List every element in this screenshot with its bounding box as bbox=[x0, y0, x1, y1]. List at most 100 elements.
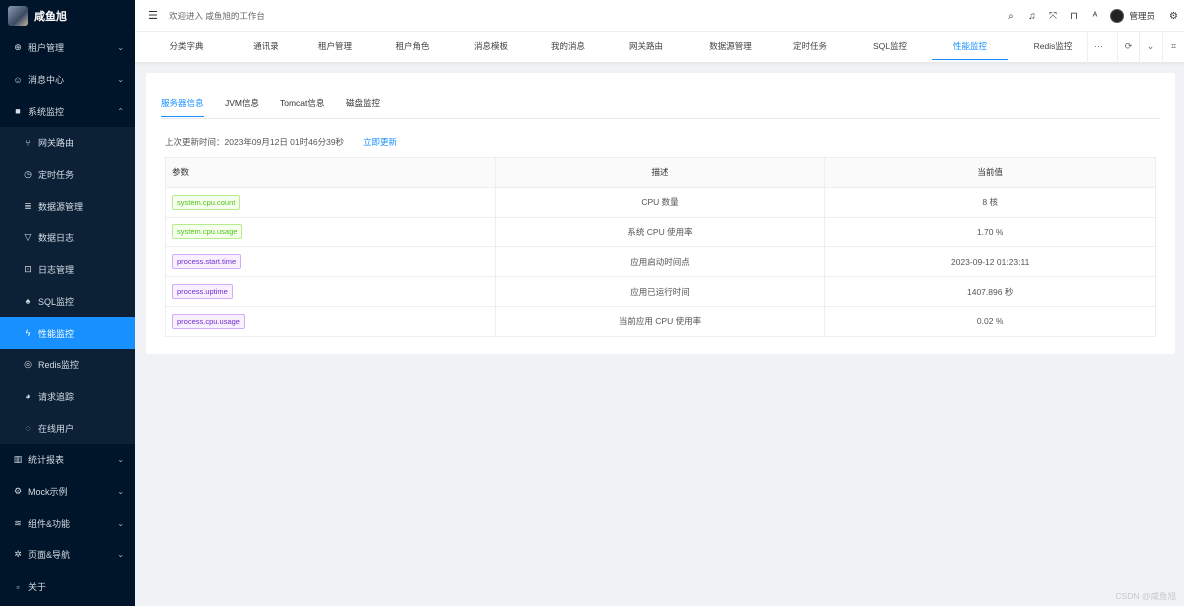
log-icon: ⊡ bbox=[24, 264, 32, 275]
refresh-now-link[interactable]: 立即更新 bbox=[363, 136, 397, 148]
tab[interactable]: 我的消息 bbox=[531, 32, 605, 63]
param-tag: system.cpu.count bbox=[172, 194, 241, 210]
app-logo[interactable]: 咸鱼旭 bbox=[0, 0, 135, 32]
sidebar-item-label: 网关路由 bbox=[38, 138, 75, 149]
menu-toggle-icon[interactable]: ☰ bbox=[148, 9, 158, 22]
redis-icon: ◎ bbox=[24, 359, 32, 370]
sidebar-item[interactable]: ϟ 性能监控 bbox=[0, 317, 135, 349]
desc-cell: 系统 CPU 使用率 bbox=[494, 216, 826, 248]
subtab-disk-monitor[interactable]: 磁盘监控 bbox=[346, 97, 380, 116]
sidebar-item[interactable]: ✲ 页面&导航 ⌄ bbox=[0, 539, 135, 571]
tab[interactable]: 分类字典 bbox=[149, 32, 224, 63]
sidebar-item-label: 性能监控 bbox=[38, 328, 75, 339]
chevron-icon: ⌄ bbox=[117, 486, 124, 496]
sidebar-item-label: SQL监控 bbox=[38, 296, 75, 307]
sidebar-item[interactable]: ⑂ 网关路由 bbox=[0, 127, 135, 159]
app-name: 咸鱼旭 bbox=[34, 11, 67, 23]
param-tag: process.uptime bbox=[172, 284, 233, 300]
subtabs: 服务器信息 JVM信息 Tomcat信息 磁盘监控 bbox=[161, 91, 1160, 119]
tab[interactable]: 数据源管理 bbox=[690, 32, 771, 63]
maximize-icon[interactable]: ⌗ bbox=[1162, 32, 1184, 63]
column-header-desc: 描述 bbox=[494, 157, 826, 188]
table-row: process.cpu.usage 当前应用 CPU 使用率 0.02 % bbox=[165, 305, 1156, 337]
value-cell: 0.02 % bbox=[824, 305, 1156, 337]
sidebar-item-label: 租户管理 bbox=[28, 43, 65, 54]
chevron-icon: ⌄ bbox=[117, 518, 124, 528]
sidebar-item[interactable]: ≣ 数据源管理 bbox=[0, 190, 135, 222]
sidebar-item-label: 统计报表 bbox=[28, 455, 65, 466]
param-cell: system.cpu.count bbox=[165, 186, 496, 218]
sidebar-item-label: 消息中心 bbox=[28, 75, 65, 86]
chevron-icon: ⌄ bbox=[117, 75, 124, 85]
welcome-text: 欢迎进入 咸鱼旭的工作台 bbox=[169, 10, 265, 21]
tab[interactable]: 通讯录 bbox=[230, 32, 302, 63]
chart-icon: ▥ bbox=[13, 454, 23, 465]
sidebar-item[interactable]: ■ 系统监控 ⌃ bbox=[0, 95, 135, 127]
refresh-tab-icon[interactable]: ⟳ bbox=[1117, 32, 1139, 63]
fullscreen-icon[interactable]: ⤧ bbox=[1042, 11, 1063, 22]
header-actions: ⌕ ♫ ⤧ ⊓ ᴬ 管理员 ⚙ bbox=[1000, 0, 1184, 32]
column-header-param: 参数 bbox=[165, 157, 496, 188]
sidebar-item[interactable]: ◌ 在线用户 bbox=[0, 412, 135, 444]
chevron-down-icon[interactable]: ⌄ bbox=[1139, 32, 1161, 63]
watermark: CSDN @咸鱼旭 bbox=[1115, 591, 1176, 601]
sidebar: 咸鱼旭 ⊕ 租户管理 ⌄ ☺ 消息中心 ⌄ ■ 系统监控 ⌃ ⑂ 网关路由 ◷ 定时任务 ≣ 数据源管理 ▽ 数… bbox=[0, 0, 135, 606]
table-header-row: 参数 描述 当前值 bbox=[165, 157, 1156, 188]
sidebar-item[interactable]: ≋ 组件&功能 ⌄ bbox=[0, 507, 135, 539]
logo-image bbox=[8, 6, 28, 26]
value-cell: 2023-09-12 01:23:11 bbox=[824, 246, 1156, 278]
sidebar-item[interactable]: ▫ 关于 bbox=[0, 571, 135, 603]
sidebar-item[interactable]: ◕ 请求追踪 bbox=[0, 381, 135, 413]
tab[interactable]: 性能监控 bbox=[932, 32, 1008, 63]
search-icon[interactable]: ⌕ bbox=[1000, 11, 1021, 22]
tab[interactable]: SQL监控 bbox=[850, 32, 930, 63]
sidebar-item[interactable]: ♠ SQL监控 bbox=[0, 286, 135, 318]
sidebar-item[interactable]: ▽ 数据日志 bbox=[0, 222, 135, 254]
more-tabs-button[interactable]: ··· bbox=[1087, 32, 1109, 63]
notification-bell-icon[interactable]: ♫ bbox=[1021, 11, 1042, 22]
tab[interactable]: Redis监控 bbox=[1015, 32, 1091, 63]
sidebar-item-label: 定时任务 bbox=[38, 170, 75, 181]
lock-icon[interactable]: ⊓ bbox=[1063, 11, 1084, 22]
settings-icon: ✲ bbox=[14, 549, 22, 560]
subtab-jvm-info[interactable]: JVM信息 bbox=[225, 97, 259, 116]
desc-cell: 应用启动时间点 bbox=[494, 246, 826, 278]
tabs-bar: 分类字典 通讯录 租户管理 租户角色 消息模板 我的消息 网关路由 数据源管理 定时任务 SQL监… bbox=[135, 32, 1184, 63]
sidebar-item[interactable]: ⚙ Mock示例 ⌄ bbox=[0, 476, 135, 508]
sidebar-item[interactable]: ◷ 定时任务 bbox=[0, 159, 135, 191]
param-cell: process.cpu.usage bbox=[165, 305, 496, 337]
tab[interactable]: 消息模板 bbox=[453, 32, 529, 63]
sidebar-item[interactable]: ⊕ 租户管理 ⌄ bbox=[0, 32, 135, 64]
sidebar-item-label: 页面&导航 bbox=[28, 550, 71, 561]
value-cell: 1.70 % bbox=[824, 216, 1156, 248]
sidebar-item[interactable]: ▥ 统计报表 ⌄ bbox=[0, 444, 135, 476]
settings-icon[interactable]: ⚙ bbox=[1163, 11, 1184, 22]
submenu-system-monitor: ⑂ 网关路由 ◷ 定时任务 ≣ 数据源管理 ▽ 数据日志 ⊡ 日志管理 ♠ SQL监控 ϟ 性能监控 ◎ Re… bbox=[0, 127, 135, 444]
username[interactable]: 管理员 bbox=[1129, 10, 1155, 22]
param-cell: process.uptime bbox=[165, 276, 496, 307]
table-row: system.cpu.usage 系统 CPU 使用率 1.70 % bbox=[165, 216, 1156, 248]
chevron-icon: ⌄ bbox=[117, 43, 124, 53]
tab[interactable]: 网关路由 bbox=[608, 32, 684, 63]
sidebar-item-label: Redis监控 bbox=[38, 360, 80, 371]
layers-icon: ≋ bbox=[14, 517, 22, 528]
subtab-tomcat-info[interactable]: Tomcat信息 bbox=[280, 97, 324, 116]
sidebar-item[interactable]: ☺ 消息中心 ⌄ bbox=[0, 64, 135, 96]
tab[interactable]: 租户管理 bbox=[298, 32, 372, 63]
value-cell: 1407.896 秒 bbox=[824, 276, 1156, 307]
column-header-value: 当前值 bbox=[824, 157, 1156, 188]
params-table: 参数 描述 当前值 system.cpu.count CPU 数量 8 核 syste… bbox=[165, 157, 1156, 337]
avatar[interactable] bbox=[1110, 9, 1125, 23]
sidebar-item-label: 系统监控 bbox=[28, 106, 65, 117]
sidebar-item[interactable]: ⊡ 日志管理 bbox=[0, 254, 135, 286]
sidebar-item[interactable]: ◎ Redis监控 bbox=[0, 349, 135, 381]
sidebar-item-label: Mock示例 bbox=[28, 486, 68, 497]
tab[interactable]: 租户角色 bbox=[375, 32, 450, 63]
sidebar-item-label: 日志管理 bbox=[38, 265, 75, 276]
language-icon[interactable]: ᴬ bbox=[1084, 11, 1105, 22]
desc-cell: 应用已运行时间 bbox=[494, 276, 826, 307]
tab[interactable]: 定时任务 bbox=[773, 32, 847, 63]
sidebar-item-label: 请求追踪 bbox=[38, 391, 75, 402]
database-icon: ≣ bbox=[24, 200, 32, 211]
subtab-server-info[interactable]: 服务器信息 bbox=[161, 97, 204, 117]
